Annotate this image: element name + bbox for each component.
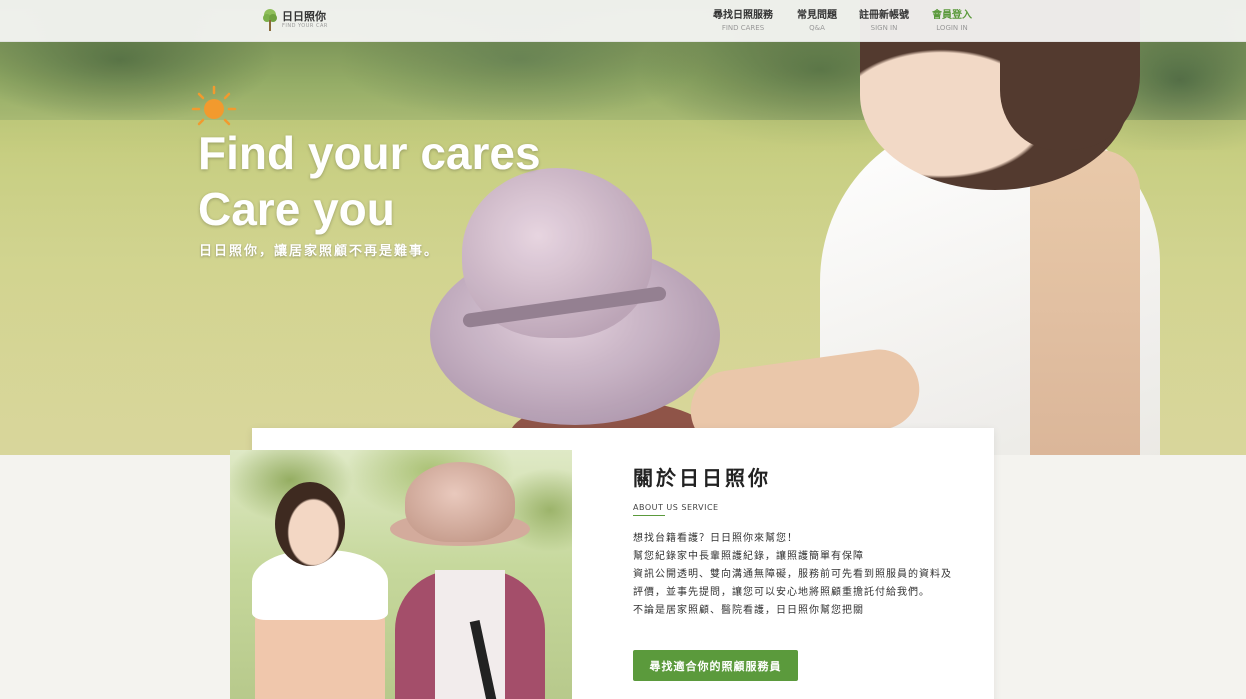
nav-find-cares[interactable]: 尋找日照服務 FIND CARES (713, 9, 773, 33)
photo-elder-shirt (435, 570, 505, 699)
hero-title: Find your cares Care you (198, 125, 541, 237)
about-description: 想找台籍看護？日日照你來幫您！ 幫您紀錄家中長輩照護紀錄，讓照護簡單有保障 資訊… (633, 530, 973, 620)
nav-label-en: SIGN IN (870, 24, 898, 32)
brand-name: 日日照你 (282, 9, 326, 23)
about-paragraph: 資訊公開透明、雙向溝通無障礙，服務前可先看到照服員的資料及 (633, 569, 952, 580)
hero-banner: Find your cares Care you 日日照你，讓居家照顧不再是難事… (0, 0, 1246, 455)
about-paragraph: 不論是居家照顧、醫院看護，日日照你幫您把關 (633, 605, 864, 616)
brand-logo-link[interactable]: 日日照你 FIND YOUR CAR (262, 8, 328, 32)
hero-title-line-1: Find your cares (198, 127, 541, 179)
nav-sign-up[interactable]: 註冊新帳號 SIGN IN (859, 9, 909, 33)
nav-label-zh: 尋找日照服務 (713, 10, 773, 21)
photo-caregiver-head (275, 482, 345, 566)
photo-elder-hat (405, 462, 515, 542)
tree-icon (263, 9, 277, 31)
about-photo (230, 450, 572, 699)
about-subtitle: ABOUT US SERVICE (633, 503, 719, 512)
nav-label-zh: 常見問題 (797, 10, 837, 21)
about-underline-divider (633, 515, 665, 516)
nav-label-en: Q&A (809, 24, 825, 32)
nav-label-en: FIND CARES (721, 24, 765, 32)
hero-tint (0, 0, 1246, 455)
find-caregiver-button[interactable]: 尋找適合你的照顧服務員 (633, 650, 798, 681)
sun-icon (191, 85, 237, 126)
brand-tagline: FIND YOUR CAR (282, 22, 328, 29)
about-paragraph: 幫您紀錄家中長輩照護紀錄，讓照護簡單有保障 (633, 551, 864, 562)
about-paragraph: 想找台籍看護？日日照你來幫您！ (633, 533, 798, 544)
nav-label-zh: 會員登入 (932, 10, 972, 21)
about-title: 關於日日照你 (633, 466, 771, 490)
nav-login[interactable]: 會員登入 LOGIN IN (932, 9, 972, 33)
hero-subtitle: 日日照你，讓居家照顧不再是難事。 (199, 244, 440, 259)
nav-qa[interactable]: 常見問題 Q&A (797, 9, 837, 33)
hero-title-line-2: Care you (198, 183, 395, 235)
nav-label-en: LOGIN IN (936, 24, 968, 32)
top-navbar: 日日照你 FIND YOUR CAR 尋找日照服務 FIND CARES 常見問… (0, 0, 1246, 42)
nav-label-zh: 註冊新帳號 (859, 10, 909, 21)
about-paragraph: 評價，並事先提問，讓您可以安心地將照顧重擔託付給我們。 (633, 587, 930, 598)
